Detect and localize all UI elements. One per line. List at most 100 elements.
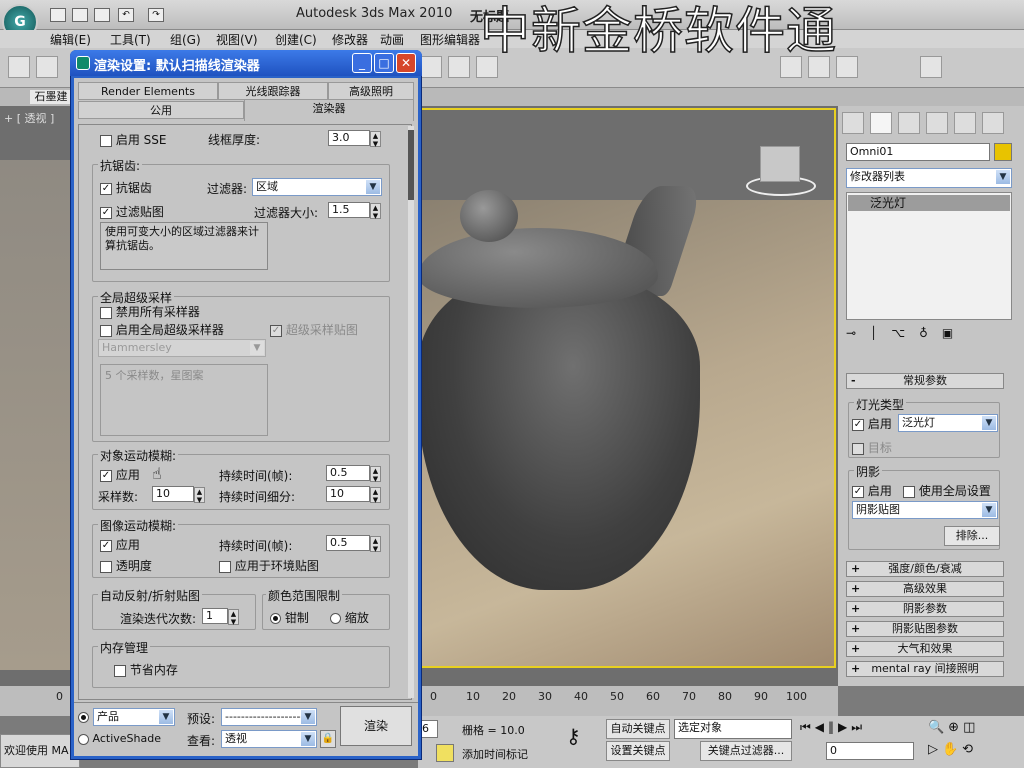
save-file-icon[interactable] (94, 8, 110, 22)
enable-global-supersampler-checkbox[interactable]: 启用全局超级采样器 (100, 321, 224, 338)
scrollbar-thumb[interactable] (408, 130, 414, 200)
quick-render-icon[interactable] (920, 56, 942, 78)
menu-tools[interactable]: 工具(T) (110, 31, 151, 48)
menu-create[interactable]: 创建(C) (275, 31, 317, 48)
add-time-tag[interactable]: 添加时间标记 (462, 746, 528, 762)
rollout-advanced-effects[interactable]: + 高级效果 (846, 581, 1004, 597)
supersample-maps-checkbox[interactable]: ✓ 超级采样贴图 (270, 321, 358, 338)
image-mb-duration-spinner[interactable]: 0.5 ▲ ▼ (326, 535, 381, 553)
view-dropdown[interactable]: 透视 ▼ (221, 730, 317, 748)
lock-icon[interactable]: 🔒 (320, 730, 336, 748)
spinner-arrows-icon[interactable]: ▲ ▼ (370, 487, 381, 504)
product-radio[interactable] (78, 710, 89, 724)
tab-ray-tracer[interactable]: 光线跟踪器 (218, 82, 328, 100)
menu-group[interactable]: 组(G) (170, 31, 201, 48)
tab-advanced-lighting[interactable]: 高级照明 (328, 82, 414, 100)
rollout-intensity[interactable]: + 强度/颜色/衰减 (846, 561, 1004, 577)
auto-key-button[interactable]: 自动关键点 (606, 719, 670, 739)
render-button[interactable]: 渲染 (340, 706, 412, 746)
sampler-dropdown[interactable]: Hammersley ▼ (98, 339, 266, 357)
modify-tab-icon[interactable] (870, 112, 892, 134)
viewport-label[interactable]: + [ 透视 ] (4, 110, 54, 126)
rollout-shadow-map-params[interactable]: + 阴影贴图参数 (846, 621, 1004, 637)
rollout-mental-ray[interactable]: + mental ray 间接照明 (846, 661, 1004, 677)
playback-controls[interactable]: ⏮◀‖▶⏭ (800, 720, 866, 735)
minimize-icon[interactable]: _ (352, 53, 372, 73)
modifier-list-dropdown[interactable]: 修改器列表 ▼ (846, 168, 1012, 188)
filter-dropdown[interactable]: 区域 ▼ (252, 178, 382, 196)
rollout-atmospheres[interactable]: + 大气和效果 (846, 641, 1004, 657)
tab-common[interactable]: 公用 (78, 101, 244, 119)
enable-sse-checkbox[interactable]: 启用 SSE (100, 131, 166, 148)
hierarchy-tab-icon[interactable] (898, 112, 920, 134)
stack-item-omni[interactable]: 泛光灯 (848, 195, 1010, 211)
render-frame-icon[interactable] (836, 56, 858, 78)
target-checkbox[interactable]: 目标 (852, 439, 892, 456)
activeshade-radio[interactable]: ActiveShade (78, 732, 161, 745)
time-tag-icon[interactable] (436, 744, 454, 762)
motion-tab-icon[interactable] (926, 112, 948, 134)
view-navigation-icons[interactable]: 🔍⊕◫ (928, 720, 979, 735)
spinner-arrows-icon[interactable]: ▲ ▼ (228, 609, 239, 626)
apply-env-map-checkbox[interactable]: 应用于环境贴图 (219, 557, 319, 574)
image-mb-apply-checkbox[interactable]: ✓ 应用 (100, 536, 140, 553)
transparency-checkbox[interactable]: 透明度 (100, 557, 152, 574)
select-region-icon[interactable] (36, 56, 58, 78)
use-global-checkbox[interactable]: 使用全局设置 (903, 482, 991, 499)
preset-dropdown[interactable]: ---------------------- ▼ (221, 708, 317, 726)
scrollbar[interactable] (408, 126, 414, 698)
filter-size-spinner[interactable]: 1.5 ▲ ▼ (328, 202, 381, 220)
object-mb-subdiv-spinner[interactable]: 10 ▲ ▼ (326, 486, 381, 504)
utilities-tab-icon[interactable] (982, 112, 1004, 134)
redo-icon[interactable]: ↷ (148, 8, 164, 22)
menu-modifiers[interactable]: 修改器 (332, 31, 368, 48)
modifier-stack[interactable] (846, 192, 1012, 320)
tab-render-elements[interactable]: Render Elements (78, 82, 218, 100)
stack-tools-icons[interactable]: ⊸│⌥♁▣ (846, 326, 1012, 346)
product-dropdown[interactable]: 产品 ▼ (93, 708, 175, 726)
antialias-checkbox[interactable]: ✓ 抗锯齿 (100, 179, 152, 196)
object-mb-samples-spinner[interactable]: 10 ▲ ▼ (152, 486, 205, 504)
snap-icon[interactable] (420, 56, 442, 78)
rollout-general-params[interactable]: - 常规参数 (846, 373, 1004, 389)
maximize-icon[interactable]: □ (374, 53, 394, 73)
orbit-pan-icons[interactable]: ▷✋⟲ (928, 742, 977, 757)
tab-renderer[interactable]: 渲染器 (244, 99, 414, 121)
menu-graph-editors[interactable]: 图形编辑器 (420, 31, 480, 48)
disable-samplers-checkbox[interactable]: 禁用所有采样器 (100, 303, 200, 320)
create-tab-icon[interactable] (842, 112, 864, 134)
undo-icon[interactable]: ↶ (118, 8, 134, 22)
clamp-radio[interactable]: 钳制 (270, 609, 309, 626)
ribbon-tab-graphite[interactable]: 石墨建 (30, 90, 72, 104)
object-mb-apply-checkbox[interactable]: ✓ 应用 (100, 466, 140, 483)
select-link-icon[interactable] (8, 56, 30, 78)
selected-dropdown[interactable]: 选定对象 (674, 719, 792, 739)
wire-thickness-spinner[interactable]: 3.0 ▲ ▼ (328, 130, 381, 148)
spinner-arrows-icon[interactable]: ▲ ▼ (194, 487, 205, 504)
key-filters-button[interactable]: 关键点过滤器... (700, 741, 792, 761)
menu-edit[interactable]: 编辑(E) (50, 31, 91, 48)
filter-maps-checkbox[interactable]: ✓ 过滤贴图 (100, 203, 164, 220)
object-color-swatch[interactable] (994, 143, 1012, 161)
close-icon[interactable]: ✕ (396, 53, 416, 73)
angle-snap-icon[interactable] (448, 56, 470, 78)
current-frame-field[interactable]: 0 (826, 742, 914, 760)
menu-animation[interactable]: 动画 (380, 31, 404, 48)
menu-views[interactable]: 视图(V) (216, 31, 258, 48)
enable-light-checkbox[interactable]: ✓ 启用 (852, 415, 892, 432)
key-icon[interactable]: ⚷ (566, 724, 581, 748)
spinner-arrows-icon[interactable]: ▲ ▼ (370, 466, 381, 483)
spinner-arrows-icon[interactable]: ▲ ▼ (370, 203, 381, 220)
spinner-arrows-icon[interactable]: ▲ ▼ (370, 131, 381, 148)
shadow-type-dropdown[interactable]: 阴影贴图 ▼ (852, 501, 998, 519)
save-memory-checkbox[interactable]: 节省内存 (114, 661, 178, 678)
set-key-button[interactable]: 设置关键点 (606, 741, 670, 761)
object-name-field[interactable]: Omni01 (846, 143, 990, 161)
display-tab-icon[interactable] (954, 112, 976, 134)
exclude-button[interactable]: 排除... (944, 526, 1000, 546)
open-file-icon[interactable] (72, 8, 88, 22)
shadow-enable-checkbox[interactable]: ✓ 启用 (852, 482, 892, 499)
render-iterations-spinner[interactable]: 1 ▲ ▼ (202, 608, 239, 626)
new-file-icon[interactable] (50, 8, 66, 22)
object-mb-duration-spinner[interactable]: 0.5 ▲ ▼ (326, 465, 381, 483)
